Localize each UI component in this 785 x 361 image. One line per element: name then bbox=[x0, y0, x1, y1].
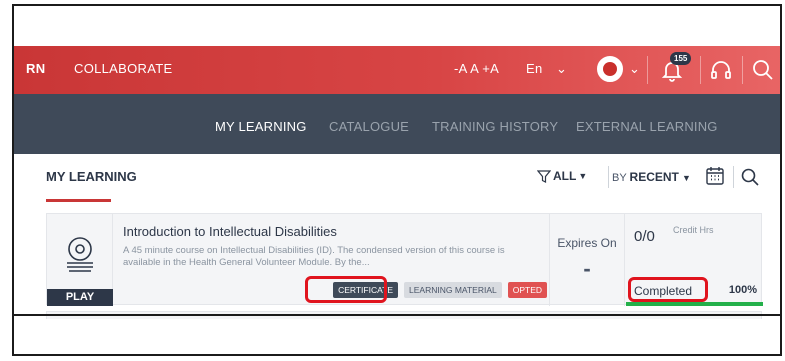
caret-down-icon: ▼ bbox=[578, 171, 588, 181]
filter-icon bbox=[537, 169, 551, 183]
completed-highlight-annotation bbox=[628, 277, 708, 302]
search-icon[interactable] bbox=[740, 167, 760, 187]
tab-external-learning[interactable]: EXTERNAL LEARNING bbox=[576, 119, 718, 134]
font-size-controls[interactable]: -A A +A bbox=[454, 61, 499, 76]
nav-learn-link[interactable]: RN bbox=[26, 61, 45, 76]
avatar[interactable] bbox=[597, 56, 623, 82]
nav-collaborate-link[interactable]: COLLABORATE bbox=[74, 61, 172, 76]
search-icon[interactable] bbox=[751, 58, 775, 82]
next-course-card[interactable] bbox=[46, 311, 762, 319]
expiry-column: Expires On - bbox=[549, 214, 625, 306]
tab-catalogue[interactable]: CATALOGUE bbox=[329, 119, 409, 134]
progress-bar bbox=[626, 302, 763, 306]
course-thumbnail[interactable]: PLAY bbox=[47, 214, 113, 306]
top-bar: RN COLLABORATE -A A +A En ⌄ ⌄ 155 bbox=[14, 46, 780, 94]
filter-dropdown[interactable]: ALL ▼ bbox=[537, 169, 587, 183]
expires-label: Expires On bbox=[557, 236, 617, 250]
main-nav: MY LEARNING CATALOGUE TRAINING HISTORY E… bbox=[14, 94, 780, 154]
tab-training-history[interactable]: TRAINING HISTORY bbox=[432, 119, 558, 134]
credit-hours-label: Credit Hrs bbox=[673, 225, 714, 235]
opted-tag: OPTED bbox=[507, 282, 547, 298]
play-button[interactable]: PLAY bbox=[47, 289, 113, 306]
divider bbox=[733, 166, 734, 188]
chevron-down-icon: ⌄ bbox=[556, 61, 568, 76]
progress-percent: 100% bbox=[728, 284, 757, 296]
sort-dropdown[interactable]: BY RECENT ▼ bbox=[612, 170, 691, 184]
tab-my-learning[interactable]: MY LEARNING bbox=[215, 119, 307, 134]
language-select[interactable]: En bbox=[526, 61, 543, 76]
divider bbox=[608, 166, 609, 188]
chevron-down-icon: ⌄ bbox=[629, 61, 641, 76]
caret-down-icon: ▼ bbox=[681, 173, 691, 183]
divider bbox=[647, 56, 648, 84]
progress-bar-fill bbox=[626, 302, 763, 306]
course-title[interactable]: Introduction to Intellectual Disabilitie… bbox=[123, 224, 337, 239]
headset-icon[interactable] bbox=[709, 58, 733, 82]
calendar-icon[interactable] bbox=[705, 166, 725, 186]
section-title-underline bbox=[46, 199, 111, 202]
notification-count-badge: 155 bbox=[670, 52, 692, 65]
screenshot-frame: RN COLLABORATE -A A +A En ⌄ ⌄ 155 MY LEA… bbox=[12, 4, 782, 356]
sort-prefix: BY bbox=[612, 172, 627, 184]
sort-value: RECENT bbox=[629, 170, 679, 184]
course-disc-icon bbox=[67, 237, 93, 272]
credit-hours-value: 0/0 bbox=[634, 228, 655, 245]
filter-label: ALL bbox=[553, 169, 577, 183]
section-title: MY LEARNING bbox=[46, 169, 137, 184]
expires-value: - bbox=[583, 256, 591, 281]
learning-material-tag[interactable]: LEARNING MATERIAL bbox=[404, 282, 502, 298]
course-description: A 45 minute course on Intellectual Disab… bbox=[123, 245, 505, 268]
divider bbox=[700, 56, 701, 84]
course-card[interactable]: PLAY Introduction to Intellectual Disabi… bbox=[46, 213, 763, 306]
certificate-highlight-annotation bbox=[305, 276, 387, 303]
divider bbox=[742, 56, 743, 84]
status-column: 0/0 Credit Hrs Completed 100% bbox=[626, 214, 763, 306]
